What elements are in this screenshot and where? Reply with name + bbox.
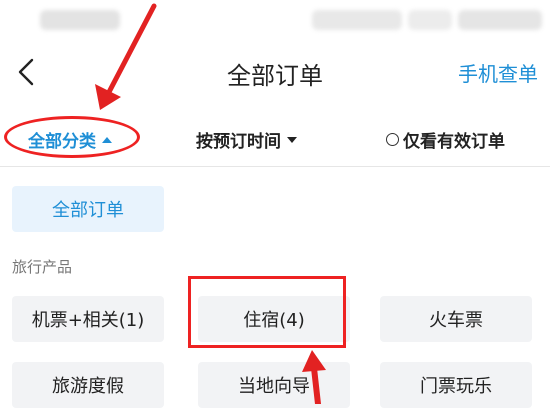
blurred-status-right-2 xyxy=(408,10,452,30)
category-chip-hotel[interactable]: 住宿(4) xyxy=(198,296,350,342)
caret-up-icon xyxy=(102,136,112,143)
phone-query-link[interactable]: 手机查单 xyxy=(458,58,538,87)
all-orders-chip[interactable]: 全部订单 xyxy=(12,186,164,232)
sort-time-filter-label: 按预订时间 xyxy=(196,132,281,152)
section-label: 旅行产品 xyxy=(12,258,73,276)
blurred-status-right-1 xyxy=(312,10,402,30)
blurred-status-right-3 xyxy=(458,10,542,30)
category-chip-tickets[interactable]: 门票玩乐 xyxy=(380,362,532,408)
filter-bar: 全部分类 按预订时间 仅看有效订单 xyxy=(0,112,550,167)
valid-only-label: 仅看有效订单 xyxy=(403,132,505,152)
category-chip-train[interactable]: 火车票 xyxy=(380,296,532,342)
category-filter[interactable]: 全部分类 xyxy=(28,127,112,152)
category-chip-local-guide[interactable]: 当地向导 xyxy=(198,362,350,408)
radio-unchecked-icon xyxy=(386,133,399,146)
blurred-status-left xyxy=(40,10,120,30)
caret-down-icon xyxy=(287,136,297,143)
category-filter-label: 全部分类 xyxy=(28,132,96,152)
valid-only-toggle[interactable]: 仅看有效订单 xyxy=(386,127,505,152)
sort-time-filter[interactable]: 按预订时间 xyxy=(196,127,297,152)
header: 全部订单 手机查单 xyxy=(0,40,550,104)
category-chip-flight[interactable]: 机票+相关(1) xyxy=(12,296,164,342)
category-chip-vacation[interactable]: 旅游度假 xyxy=(12,362,164,408)
status-bar xyxy=(0,0,550,40)
